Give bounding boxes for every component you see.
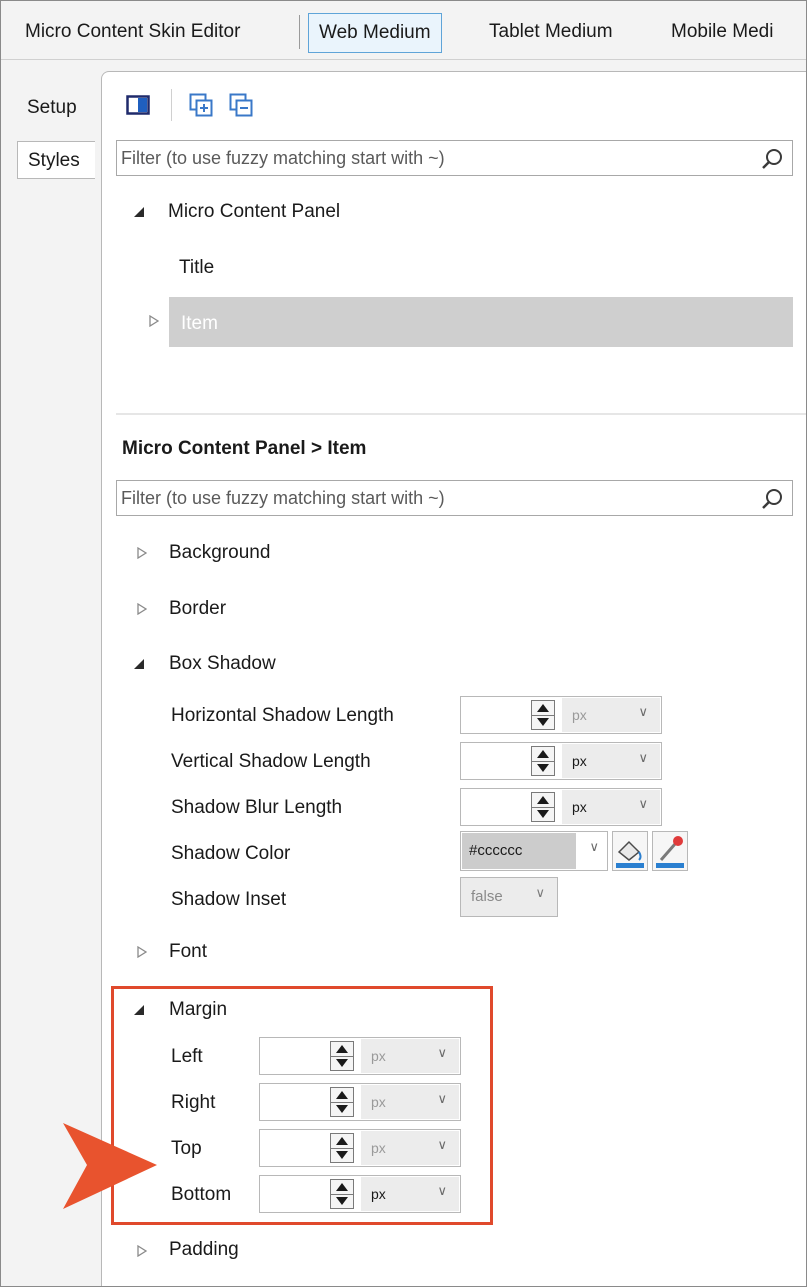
- expand-all-icon[interactable]: [189, 93, 213, 117]
- shadow-color-picker[interactable]: #cccccc ∨: [460, 831, 608, 871]
- group-background[interactable]: Background: [169, 542, 270, 564]
- property-filter-input[interactable]: [121, 481, 741, 515]
- vertical-shadow-length-stepper[interactable]: 0 px ∨: [460, 742, 662, 780]
- skin-editor-window: Micro Content Skin Editor Web Medium Tab…: [0, 0, 807, 1287]
- tab-tablet-medium[interactable]: Tablet Medium: [479, 13, 623, 51]
- shadow-blur-length-stepper[interactable]: 0 px ∨: [460, 788, 662, 826]
- toolbar-separator: [171, 89, 172, 121]
- chevron-down-icon: ∨: [535, 885, 545, 900]
- shadow-inset-label: Shadow Inset: [171, 889, 287, 910]
- spin-up-icon[interactable]: [532, 747, 554, 761]
- style-filter-input[interactable]: [121, 141, 741, 175]
- eyedropper-button[interactable]: [652, 831, 688, 871]
- tree-node-micro-content-panel[interactable]: Micro Content Panel: [168, 201, 340, 223]
- group-box-shadow[interactable]: Box Shadow: [169, 653, 276, 675]
- group-border[interactable]: Border: [169, 598, 226, 620]
- spin-buttons[interactable]: [531, 746, 555, 776]
- collapsed-arrow-icon[interactable]: [137, 603, 147, 615]
- paint-bucket-button[interactable]: [612, 831, 648, 871]
- spin-buttons[interactable]: [531, 792, 555, 822]
- vertical-shadow-length-label: Vertical Shadow Length: [171, 751, 371, 772]
- property-filter-field: [116, 480, 793, 516]
- margin-highlight-box: [111, 986, 493, 1225]
- tab-micro-content-skin-editor[interactable]: Micro Content Skin Editor: [15, 13, 250, 51]
- spin-buttons[interactable]: [531, 700, 555, 730]
- collapse-all-icon[interactable]: [229, 93, 253, 117]
- collapsed-arrow-icon[interactable]: [137, 946, 147, 958]
- style-filter-field: [116, 140, 793, 176]
- horizontal-shadow-length-stepper[interactable]: 0 px ∨: [460, 696, 662, 734]
- tab-separator: [299, 15, 300, 49]
- eyedropper-icon: [656, 836, 684, 868]
- collapsed-arrow-icon[interactable]: [137, 547, 147, 559]
- panel-divider: [116, 413, 806, 415]
- editor-tab-bar: Micro Content Skin Editor Web Medium Tab…: [1, 1, 806, 60]
- unit-label: px: [572, 707, 587, 723]
- horizontal-shadow-length-unit[interactable]: px ∨: [562, 698, 660, 732]
- tree-node-title[interactable]: Title: [179, 257, 214, 279]
- toggle-panel-icon[interactable]: [126, 93, 150, 117]
- shadow-color-label: Shadow Color: [171, 843, 291, 864]
- unit-label: px: [572, 753, 587, 769]
- spin-up-icon[interactable]: [532, 793, 554, 807]
- collapsed-arrow-icon[interactable]: [149, 315, 159, 327]
- search-icon[interactable]: [760, 147, 784, 171]
- tree-node-item-selected[interactable]: [169, 297, 793, 347]
- expanded-arrow-icon[interactable]: [133, 206, 145, 218]
- spin-up-icon[interactable]: [532, 701, 554, 715]
- chevron-down-icon: ∨: [638, 796, 648, 811]
- shadow-blur-length-unit[interactable]: px ∨: [562, 790, 660, 824]
- shadow-inset-value: false: [471, 888, 503, 905]
- tab-styles[interactable]: Styles: [17, 141, 95, 179]
- paint-bucket-icon: [616, 840, 644, 868]
- collapsed-arrow-icon[interactable]: [137, 1245, 147, 1257]
- chevron-down-icon[interactable]: ∨: [589, 839, 599, 855]
- search-icon[interactable]: [760, 487, 784, 511]
- tab-setup[interactable]: Setup: [17, 89, 95, 127]
- group-font[interactable]: Font: [169, 941, 207, 963]
- properties-header: Micro Content Panel > Item: [122, 438, 367, 459]
- callout-arrow-icon: [63, 1123, 157, 1209]
- expanded-arrow-icon[interactable]: [133, 658, 145, 670]
- vertical-shadow-length-unit[interactable]: px ∨: [562, 744, 660, 778]
- spin-down-icon[interactable]: [532, 807, 554, 821]
- group-padding[interactable]: Padding: [169, 1239, 239, 1261]
- spin-down-icon[interactable]: [532, 761, 554, 775]
- chevron-down-icon: ∨: [638, 704, 648, 719]
- shadow-blur-length-label: Shadow Blur Length: [171, 797, 343, 818]
- horizontal-shadow-length-label: Horizontal Shadow Length: [171, 705, 394, 726]
- tab-mobile-medium[interactable]: Mobile Medi: [661, 13, 783, 51]
- tab-web-medium[interactable]: Web Medium: [308, 13, 442, 53]
- shadow-inset-select[interactable]: false ∨: [460, 877, 558, 917]
- spin-down-icon[interactable]: [532, 715, 554, 729]
- shadow-color-value: #cccccc: [469, 842, 523, 859]
- unit-label: px: [572, 799, 587, 815]
- tree-node-item[interactable]: Item: [181, 313, 218, 335]
- chevron-down-icon: ∨: [638, 750, 648, 765]
